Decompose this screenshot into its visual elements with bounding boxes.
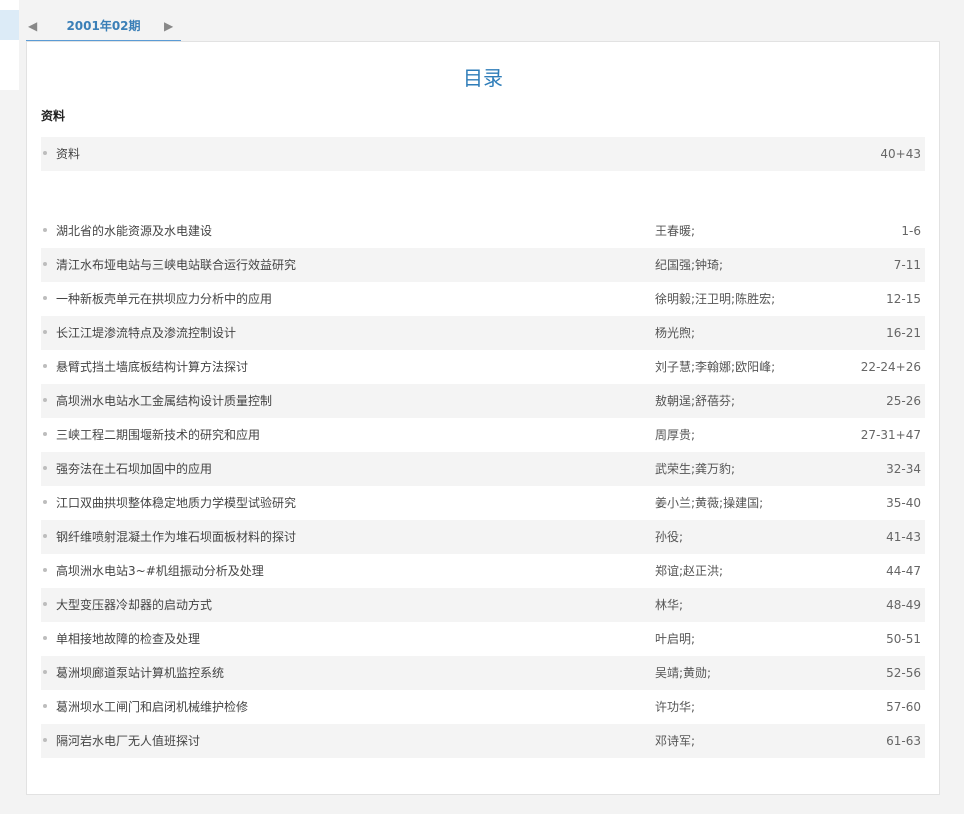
article-pages: 35-40 [886, 496, 921, 510]
toc-panel: 目录 资料 资料 40+43 湖北省的水能资源及水电建设 王春暖; 1-6 清江水布垭电… [26, 41, 940, 795]
toc-row: 大型变压器冷却器的启动方式 林华; 48-49 [41, 588, 925, 622]
toc-row: 强夯法在土石坝加固中的应用 武荣生;龚万豹; 32-34 [41, 452, 925, 486]
toc-row: 悬臂式挡土墙底板结构计算方法探讨 刘子慧;李翰娜;欧阳峰; 22-24+26 [41, 350, 925, 384]
article-title-link[interactable]: 湖北省的水能资源及水电建设 [56, 214, 212, 248]
bullet-icon [43, 262, 47, 266]
article-title-link[interactable]: 大型变压器冷却器的启动方式 [56, 588, 212, 622]
article-title-link[interactable]: 三峡工程二期围堰新技术的研究和应用 [56, 418, 260, 452]
toc-row: 一种新板壳单元在拱坝应力分析中的应用 徐明毅;汪卫明;陈胜宏; 12-15 [41, 282, 925, 316]
article-pages: 52-56 [886, 666, 921, 680]
article-authors: 叶启明; [655, 632, 696, 646]
article-pages: 44-47 [886, 564, 921, 578]
article-pages: 1-6 [901, 224, 921, 238]
article-pages: 32-34 [886, 462, 921, 476]
article-pages: 41-43 [886, 530, 921, 544]
article-title-link[interactable]: 葛洲坝水工闸门和启闭机械维护检修 [56, 690, 248, 724]
section-heading: 资料 [41, 109, 66, 123]
article-title-link[interactable]: 资料 [56, 137, 80, 171]
toc-row: 江口双曲拱坝整体稳定地质力学模型试验研究 姜小兰;黄薇;操建国; 35-40 [41, 486, 925, 520]
article-authors: 刘子慧;李翰娜;欧阳峰; [655, 360, 776, 374]
article-title-link[interactable]: 隔河岩水电厂无人值班探讨 [56, 724, 200, 758]
article-pages: 40+43 [880, 147, 921, 161]
article-title-link[interactable]: 清江水布垭电站与三峡电站联合运行效益研究 [56, 248, 296, 282]
bullet-icon [43, 466, 47, 470]
article-authors: 吴靖;黄勋; [655, 666, 712, 680]
article-list: 湖北省的水能资源及水电建设 王春暖; 1-6 清江水布垭电站与三峡电站联合运行效益研究… [41, 214, 925, 758]
article-authors: 姜小兰;黄薇;操建国; [655, 496, 764, 510]
toc-row: 清江水布垭电站与三峡电站联合运行效益研究 纪国强;钟琦; 7-11 [41, 248, 925, 282]
article-title-link[interactable]: 高坝洲水电站3~#机组振动分析及处理 [56, 554, 264, 588]
bullet-icon [43, 398, 47, 402]
article-title-link[interactable]: 单相接地故障的检查及处理 [56, 622, 200, 656]
article-authors: 纪国强;钟琦; [655, 258, 724, 272]
toc-row: 湖北省的水能资源及水电建设 王春暖; 1-6 [41, 214, 925, 248]
article-title-link[interactable]: 悬臂式挡土墙底板结构计算方法探讨 [56, 350, 248, 384]
article-authors: 孙役; [655, 530, 684, 544]
article-authors: 周厚贵; [655, 428, 696, 442]
article-pages: 25-26 [886, 394, 921, 408]
current-issue-tab[interactable]: 2001年02期 [26, 13, 181, 42]
bullet-icon [43, 364, 47, 368]
article-authors: 武荣生;龚万豹; [655, 462, 736, 476]
bullet-icon [43, 432, 47, 436]
article-pages: 12-15 [886, 292, 921, 306]
article-pages: 27-31+47 [860, 428, 921, 442]
bullet-icon [43, 704, 47, 708]
article-authors: 许功华; [655, 700, 696, 714]
toc-row: 隔河岩水电厂无人值班探讨 邓诗军; 61-63 [41, 724, 925, 758]
article-authors: 林华; [655, 598, 684, 612]
article-pages: 22-24+26 [860, 360, 921, 374]
bullet-icon [43, 151, 47, 155]
bullet-icon [43, 602, 47, 606]
article-title-link[interactable]: 长江江堤渗流特点及渗流控制设计 [56, 316, 236, 350]
issue-tabs: 2001年02期 ◀ ▶ [26, 13, 186, 42]
article-authors: 邓诗军; [655, 734, 696, 748]
toc-title: 目录 [463, 66, 503, 90]
article-authors: 敖朝逞;舒蓓芬; [655, 394, 736, 408]
article-title-link[interactable]: 强夯法在土石坝加固中的应用 [56, 452, 212, 486]
next-issue-icon[interactable]: ▶ [164, 18, 173, 34]
article-pages: 7-11 [893, 258, 921, 272]
bullet-icon [43, 738, 47, 742]
article-title-link[interactable]: 葛洲坝廊道泵站计算机监控系统 [56, 656, 224, 690]
bullet-icon [43, 568, 47, 572]
article-title-link[interactable]: 江口双曲拱坝整体稳定地质力学模型试验研究 [56, 486, 296, 520]
left-sidebar-highlight[interactable] [0, 10, 19, 40]
toc-row: 葛洲坝廊道泵站计算机监控系统 吴靖;黄勋; 52-56 [41, 656, 925, 690]
bullet-icon [43, 228, 47, 232]
article-pages: 16-21 [886, 326, 921, 340]
toc-row: 单相接地故障的检查及处理 叶启明; 50-51 [41, 622, 925, 656]
toc-row: 钢纤维喷射混凝土作为堆石坝面板材料的探讨 孙役; 41-43 [41, 520, 925, 554]
article-title-link[interactable]: 一种新板壳单元在拱坝应力分析中的应用 [56, 282, 272, 316]
bullet-icon [43, 670, 47, 674]
toc-row: 高坝洲水电站水工金属结构设计质量控制 敖朝逞;舒蓓芬; 25-26 [41, 384, 925, 418]
bullet-icon [43, 534, 47, 538]
toc-row: 长江江堤渗流特点及渗流控制设计 杨光煦; 16-21 [41, 316, 925, 350]
article-pages: 50-51 [886, 632, 921, 646]
left-sidebar-strip [0, 0, 19, 90]
toc-row: 高坝洲水电站3~#机组振动分析及处理 郑谊;赵正洪; 44-47 [41, 554, 925, 588]
bullet-icon [43, 296, 47, 300]
prev-issue-icon[interactable]: ◀ [28, 18, 37, 34]
article-authors: 王春暖; [655, 224, 696, 238]
article-title-link[interactable]: 钢纤维喷射混凝土作为堆石坝面板材料的探讨 [56, 520, 296, 554]
toc-row: 资料 40+43 [41, 137, 925, 171]
article-title-link[interactable]: 高坝洲水电站水工金属结构设计质量控制 [56, 384, 272, 418]
toc-row: 三峡工程二期围堰新技术的研究和应用 周厚贵; 27-31+47 [41, 418, 925, 452]
toc-row: 葛洲坝水工闸门和启闭机械维护检修 许功华; 57-60 [41, 690, 925, 724]
article-authors: 郑谊;赵正洪; [655, 564, 724, 578]
article-pages: 48-49 [886, 598, 921, 612]
bullet-icon [43, 500, 47, 504]
section-list: 资料 40+43 [41, 137, 925, 171]
article-pages: 61-63 [886, 734, 921, 748]
bullet-icon [43, 636, 47, 640]
article-authors: 徐明毅;汪卫明;陈胜宏; [655, 292, 776, 306]
article-pages: 57-60 [886, 700, 921, 714]
article-authors: 杨光煦; [655, 326, 696, 340]
bullet-icon [43, 330, 47, 334]
